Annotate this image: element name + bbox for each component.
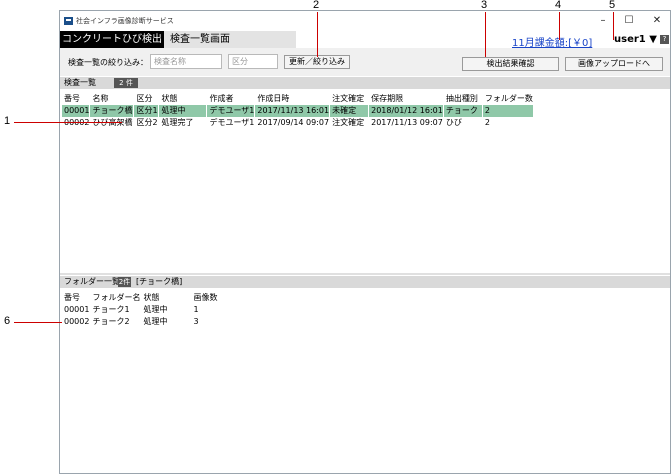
callout-1-line bbox=[14, 122, 122, 123]
column-header[interactable]: 注文確定 bbox=[329, 93, 370, 105]
filter-label: 検査一覧の絞り込み： bbox=[68, 58, 148, 67]
refresh-filter-button[interactable]: 更新／絞り込み bbox=[284, 55, 350, 69]
table-row[interactable]: 00002 ひび高架橋 区分2 処理完了 デモユーザ1 2017/09/14 0… bbox=[62, 117, 534, 129]
help-icon[interactable]: ? bbox=[660, 35, 669, 44]
pane-splitter[interactable] bbox=[60, 273, 670, 275]
table-cell: 処理中 bbox=[140, 316, 192, 328]
table-cell: 00001 bbox=[62, 304, 91, 316]
table-cell: 2 bbox=[482, 117, 534, 129]
table-cell: デモユーザ1 bbox=[206, 105, 256, 117]
table-cell: 2017/11/13 09:07 bbox=[368, 117, 444, 129]
column-header[interactable]: 名称 bbox=[89, 93, 135, 105]
column-header[interactable]: 保存期限 bbox=[368, 93, 444, 105]
table-cell: チョーク bbox=[443, 105, 483, 117]
screen-title: 検査一覧画面 bbox=[164, 31, 296, 48]
callout-6: 6 bbox=[4, 315, 11, 327]
table-cell: 区分1 bbox=[133, 105, 160, 117]
callout-1: 1 bbox=[4, 115, 11, 127]
column-header[interactable]: 区分 bbox=[133, 93, 160, 105]
filter-bar: 検査一覧の絞り込み： 検査名称 区分 更新／絞り込み 検出結果確認 画像アップロ… bbox=[60, 48, 670, 76]
inspection-list-header: 検査一覧 2 件 bbox=[60, 77, 670, 89]
table-header-row: 番号 フォルダー名 状態 画像数 bbox=[62, 292, 232, 304]
table-cell: 1 bbox=[190, 304, 232, 316]
table-cell: チョーク橋 bbox=[89, 105, 135, 117]
category-input[interactable]: 区分 bbox=[228, 54, 278, 69]
column-header[interactable]: 抽出種別 bbox=[443, 93, 483, 105]
table-cell: 注文確定 bbox=[329, 117, 370, 129]
table-cell: チョーク1 bbox=[89, 304, 142, 316]
table-row[interactable]: 00002 チョーク2 処理中 3 bbox=[62, 316, 232, 328]
table-cell: デモユーザ1 bbox=[206, 117, 256, 129]
folder-context-label: [チョーク橋] bbox=[136, 277, 183, 286]
table-cell: ひび bbox=[443, 117, 483, 129]
column-header[interactable]: 作成者 bbox=[206, 93, 256, 105]
callout-2-line bbox=[317, 12, 318, 57]
callout-3-line bbox=[485, 12, 486, 57]
callout-5-line bbox=[613, 12, 614, 40]
table-cell: 2018/01/12 16:01 bbox=[368, 105, 444, 117]
app-window: 社会インフラ画像診断サービス – ☐ ✕ コンクリートひび検出 検査一覧画面 1… bbox=[59, 10, 671, 474]
table-cell: 00002 bbox=[62, 117, 91, 129]
column-header[interactable]: フォルダー数 bbox=[482, 93, 534, 105]
user-menu[interactable]: user1 ▼ bbox=[614, 34, 657, 45]
inspection-name-input[interactable]: 検査名称 bbox=[150, 54, 222, 69]
column-header[interactable]: 画像数 bbox=[190, 292, 232, 304]
inspection-table: 番号 名称 区分 状態 作成者 作成日時 注文確定 保存期限 抽出種別 フォルダ… bbox=[62, 93, 534, 129]
folder-count-badge: 2件 bbox=[118, 277, 131, 287]
maximize-button[interactable]: ☐ bbox=[620, 14, 638, 28]
table-cell: 処理完了 bbox=[158, 117, 208, 129]
window-title: 社会インフラ画像診断サービス bbox=[76, 17, 174, 25]
folder-list-header: フォルダー一覧 2件 [チョーク橋] bbox=[60, 276, 670, 288]
table-cell: 2 bbox=[482, 105, 534, 117]
minimize-button[interactable]: – bbox=[594, 14, 612, 28]
table-cell: チョーク2 bbox=[89, 316, 142, 328]
table-cell: 00002 bbox=[62, 316, 91, 328]
table-header-row: 番号 名称 区分 状態 作成者 作成日時 注文確定 保存期限 抽出種別 フォルダ… bbox=[62, 93, 534, 105]
column-header[interactable]: フォルダー名 bbox=[89, 292, 142, 304]
column-header[interactable]: 状態 bbox=[140, 292, 192, 304]
folder-table: 番号 フォルダー名 状態 画像数 00001 チョーク1 処理中 1 00002… bbox=[62, 292, 232, 328]
table-row[interactable]: 00001 チョーク1 処理中 1 bbox=[62, 304, 232, 316]
column-header[interactable]: 状態 bbox=[158, 93, 208, 105]
column-header[interactable]: 番号 bbox=[62, 292, 91, 304]
table-row[interactable]: 00001 チョーク橋 区分1 処理中 デモユーザ1 2017/11/13 16… bbox=[62, 105, 534, 117]
table-cell: ひび高架橋 bbox=[89, 117, 135, 129]
billing-link[interactable]: 11月課金額:[￥0] bbox=[512, 34, 592, 49]
table-cell: 2017/09/14 09:07 bbox=[254, 117, 331, 129]
inspection-list-label: 検査一覧 bbox=[64, 78, 96, 87]
table-cell: 2017/11/13 16:01 bbox=[254, 105, 331, 117]
menu-bar: コンクリートひび検出 検査一覧画面 11月課金額:[￥0] user1 ▼ ? bbox=[60, 31, 670, 49]
view-results-button[interactable]: 検出結果確認 bbox=[462, 57, 559, 71]
image-upload-button[interactable]: 画像アップロードへ bbox=[565, 57, 663, 71]
inspection-count-badge: 2 件 bbox=[114, 78, 138, 88]
app-name-tab[interactable]: コンクリートひび検出 bbox=[60, 31, 164, 48]
callout-4-line bbox=[559, 12, 560, 40]
table-cell: 処理中 bbox=[140, 304, 192, 316]
app-logo-icon bbox=[64, 17, 73, 25]
column-header[interactable]: 番号 bbox=[62, 93, 91, 105]
table-cell: 未確定 bbox=[329, 105, 370, 117]
callout-6-line bbox=[14, 322, 62, 323]
table-cell: 区分2 bbox=[133, 117, 160, 129]
table-cell: 3 bbox=[190, 316, 232, 328]
close-button[interactable]: ✕ bbox=[648, 14, 666, 28]
table-cell: 00001 bbox=[62, 105, 91, 117]
table-cell: 処理中 bbox=[158, 105, 208, 117]
title-bar: 社会インフラ画像診断サービス – ☐ ✕ bbox=[60, 11, 670, 31]
folder-list-label: フォルダー一覧 bbox=[64, 277, 120, 286]
column-header[interactable]: 作成日時 bbox=[254, 93, 331, 105]
